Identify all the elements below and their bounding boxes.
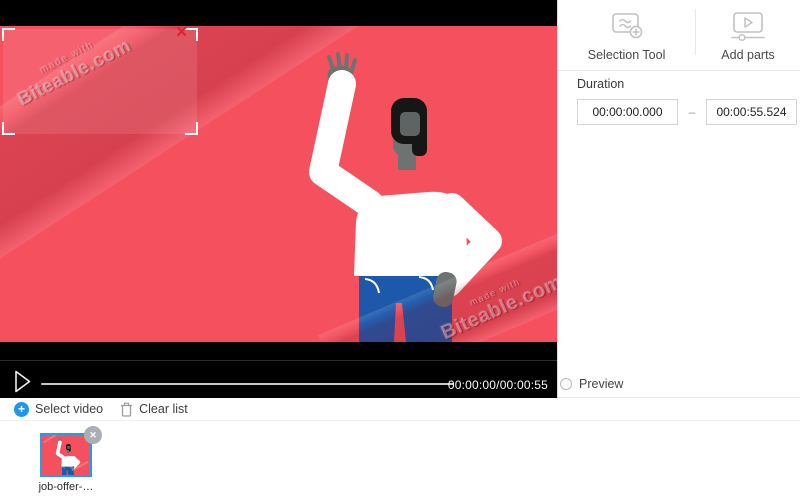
tool-buttons-row: Selection Tool Add parts — [558, 0, 800, 71]
duration-end-input[interactable] — [706, 99, 797, 125]
selection-handle-top-left[interactable] — [2, 28, 15, 41]
video-list-section: + Select video Clear list — [0, 398, 800, 499]
duration-range-dash: – — [678, 105, 706, 119]
player-controls: 00:00:00/00:00:55 — [0, 360, 557, 398]
select-video-label: Select video — [35, 402, 103, 416]
selection-close-icon[interactable]: ✕ — [175, 26, 188, 40]
selection-tool-button[interactable]: Selection Tool — [558, 0, 695, 70]
duration-label: Duration — [577, 77, 800, 91]
clear-list-button[interactable]: Clear list — [120, 402, 188, 417]
play-button[interactable] — [14, 370, 32, 393]
play-icon — [14, 370, 32, 393]
preview-option: Preview — [560, 377, 623, 391]
selection-handle-bottom-left[interactable] — [2, 122, 15, 135]
tools-panel: Selection Tool Add parts Duration — [557, 0, 800, 398]
duration-start-input[interactable] — [577, 99, 678, 125]
video-editor-app: made with Biteable.com made with Biteabl… — [0, 0, 800, 499]
add-parts-button[interactable]: Add parts — [696, 0, 800, 70]
duration-inputs: – — [577, 99, 800, 125]
thumbnail-filename: job-offer-… — [16, 481, 116, 493]
add-parts-icon — [730, 11, 766, 42]
time-display: 00:00:00/00:00:55 — [448, 378, 548, 392]
selection-tool-label: Selection Tool — [588, 48, 666, 62]
seek-bar[interactable] — [41, 383, 454, 385]
selection-handle-bottom-right[interactable] — [185, 122, 198, 135]
video-thumbnail[interactable] — [40, 433, 92, 477]
preview-label: Preview — [579, 377, 623, 391]
duration-section: Duration – — [558, 71, 800, 125]
selection-rectangle[interactable]: ✕ — [3, 29, 197, 134]
remove-thumbnail-icon[interactable]: ✕ — [84, 426, 102, 444]
video-list-toolbar: + Select video Clear list — [0, 398, 800, 421]
preview-radio[interactable] — [560, 378, 572, 390]
add-parts-label: Add parts — [721, 48, 775, 62]
trash-icon — [120, 402, 133, 417]
video-preview: made with Biteable.com made with Biteabl… — [0, 26, 557, 342]
select-video-button[interactable]: + Select video — [14, 402, 103, 417]
plus-icon: + — [14, 402, 29, 417]
selection-tool-icon — [609, 11, 645, 42]
video-stage: made with Biteable.com made with Biteabl… — [0, 0, 557, 398]
clear-list-label: Clear list — [139, 402, 188, 416]
